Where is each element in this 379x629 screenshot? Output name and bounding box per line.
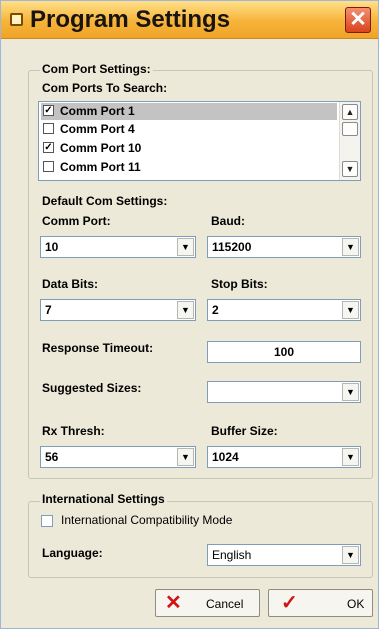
language-label: Language: [42,546,103,560]
port-1-checkbox[interactable]: ✓ [43,105,54,116]
chevron-down-icon[interactable]: ▼ [342,383,359,401]
language-value: English [212,548,252,562]
baud-value: 115200 [212,240,252,254]
comm-port-label: Comm Port: [42,214,111,228]
port-4-checkbox[interactable] [43,123,54,134]
list-item[interactable]: Comm Port 4 [41,121,337,138]
app-icon [10,13,23,26]
list-scrollbar[interactable]: ▲ ▼ [339,102,360,180]
rx-thresh-select[interactable]: 56 ▼ [40,446,196,468]
data-bits-value: 7 [45,303,52,317]
list-item[interactable]: ✓ Comm Port 10 [41,140,337,157]
scroll-up-icon[interactable]: ▲ [342,104,358,120]
check-icon: ✓ [44,142,53,153]
stop-bits-label: Stop Bits: [211,277,268,291]
comm-port-select[interactable]: 10 ▼ [40,236,196,258]
baud-select[interactable]: 115200 ▼ [207,236,361,258]
buffer-size-select[interactable]: 1024 ▼ [207,446,361,468]
window-title: Program Settings [30,6,231,33]
international-compat-label: International Compatibility Mode [61,513,233,527]
stop-bits-select[interactable]: 2 ▼ [207,299,361,321]
data-bits-select[interactable]: 7 ▼ [40,299,196,321]
cancel-icon: ✕ [165,592,182,614]
port-label: Comm Port 10 [60,141,142,155]
com-ports-to-search-label: Com Ports To Search: [42,81,168,95]
language-select[interactable]: English ▼ [207,544,361,566]
response-timeout-label: Response Timeout: [42,341,154,355]
chevron-down-icon[interactable]: ▼ [342,448,359,466]
port-11-checkbox[interactable] [43,161,54,172]
port-label: Comm Port 11 [60,160,141,174]
port-label: Comm Port 1 [60,104,135,118]
scroll-thumb[interactable] [342,122,358,136]
buffer-size-label: Buffer Size: [211,424,278,438]
buffer-size-value: 1024 [212,450,239,464]
response-timeout-input[interactable]: 100 [207,341,361,363]
suggested-sizes-select[interactable]: ▼ [207,381,361,403]
program-settings-window: Program Settings ✕ Com Port Settings: Co… [0,0,379,629]
ok-button[interactable]: ✓ OK [268,589,373,617]
list-item[interactable]: ✓ Comm Port 1 [41,103,337,120]
chevron-down-icon[interactable]: ▼ [342,238,359,256]
title-bar[interactable]: Program Settings ✕ [1,1,378,39]
com-ports-list[interactable]: ✓ Comm Port 1 Comm Port 4 ✓ Comm Port 10… [38,101,361,181]
comm-port-value: 10 [45,240,59,254]
com-port-settings-legend: Com Port Settings: [40,62,153,76]
data-bits-label: Data Bits: [42,277,99,291]
cancel-label: Cancel [206,597,244,611]
check-icon: ✓ [44,105,53,116]
check-icon: ✓ [281,592,298,614]
rx-thresh-label: Rx Thresh: [42,424,105,438]
ok-label: OK [347,597,365,611]
chevron-down-icon[interactable]: ▼ [342,546,359,564]
international-compat-checkbox[interactable] [41,515,53,527]
chevron-down-icon[interactable]: ▼ [342,301,359,319]
close-icon[interactable]: ✕ [345,7,371,33]
chevron-down-icon[interactable]: ▼ [177,301,194,319]
suggested-sizes-label: Suggested Sizes: [42,381,142,395]
port-label: Comm Port 4 [60,122,135,136]
cancel-button[interactable]: ✕ Cancel [155,589,260,617]
default-com-settings-label: Default Com Settings: [42,194,168,208]
chevron-down-icon[interactable]: ▼ [177,448,194,466]
stop-bits-value: 2 [212,303,219,317]
scroll-down-icon[interactable]: ▼ [342,161,358,177]
port-10-checkbox[interactable]: ✓ [43,142,54,153]
international-settings-legend: International Settings [40,492,167,506]
list-item[interactable]: Comm Port 11 [41,159,337,176]
chevron-down-icon[interactable]: ▼ [177,238,194,256]
baud-label: Baud: [211,214,245,228]
rx-thresh-value: 56 [45,450,59,464]
